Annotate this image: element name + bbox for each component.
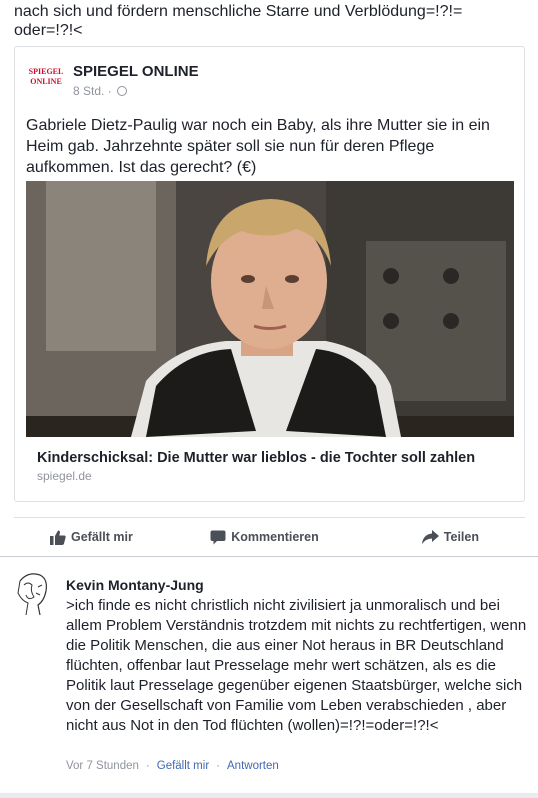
comment: Kevin Montany-Jung >ich finde es nicht c… bbox=[0, 557, 538, 793]
share-button[interactable]: Teilen bbox=[336, 518, 525, 556]
post-meta: 8 Std. · bbox=[73, 84, 128, 98]
thumbs-up-icon bbox=[50, 530, 66, 545]
bottom-strip bbox=[0, 793, 538, 798]
comment-icon bbox=[210, 530, 226, 544]
like-label: Gefällt mir bbox=[71, 530, 133, 544]
globe-icon bbox=[117, 86, 128, 96]
logo-line-2: ONLINE bbox=[30, 77, 62, 86]
comment-button[interactable]: Kommentieren bbox=[193, 518, 336, 556]
like-button[interactable]: Gefällt mir bbox=[14, 518, 193, 556]
post-card: nach sich und fördern menschliche Starre… bbox=[0, 0, 538, 557]
post-actions: Gefällt mir Kommentieren Teilen bbox=[14, 518, 525, 556]
comment-reply-link[interactable]: Antworten bbox=[227, 760, 279, 772]
post-text: nach sich und fördern menschliche Starre… bbox=[14, 3, 463, 39]
comment-like-link[interactable]: Gefällt mir bbox=[157, 760, 209, 772]
avatar[interactable] bbox=[14, 571, 54, 616]
spiegel-logo[interactable]: SPIEGEL ONLINE bbox=[27, 67, 65, 89]
shared-post: SPIEGEL ONLINE SPIEGEL ONLINE 8 Std. · G… bbox=[14, 46, 525, 502]
comment-time[interactable]: Vor 7 Stunden bbox=[66, 760, 139, 772]
comment-text: >ich finde es nicht christlich nicht ziv… bbox=[66, 597, 527, 734]
article-photo-image bbox=[26, 181, 514, 437]
post-time[interactable]: 8 Std. · bbox=[73, 84, 112, 98]
link-title[interactable]: Kinderschicksal: Die Mutter war lieblos … bbox=[37, 450, 475, 466]
comment-label: Kommentieren bbox=[231, 530, 319, 544]
comment-author[interactable]: Kevin Montany-Jung bbox=[66, 577, 204, 593]
share-arrow-icon bbox=[421, 530, 439, 544]
meta-dot: · bbox=[145, 760, 150, 772]
avatar-sketch-icon bbox=[14, 571, 54, 616]
shared-text: Gabriele Dietz-Paulig war noch ein Baby,… bbox=[26, 117, 490, 176]
comment-meta: Vor 7 Stunden · Gefällt mir · Antworten bbox=[66, 760, 279, 772]
link-domain: spiegel.de bbox=[37, 469, 92, 483]
share-label: Teilen bbox=[443, 530, 479, 544]
meta-dot: · bbox=[216, 760, 220, 772]
page-name[interactable]: SPIEGEL ONLINE bbox=[73, 63, 199, 80]
article-photo[interactable] bbox=[26, 181, 514, 437]
logo-line-1: SPIEGEL bbox=[28, 67, 64, 76]
